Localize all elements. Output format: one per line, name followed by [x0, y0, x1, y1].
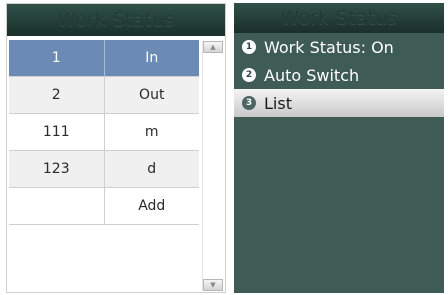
row-value-cell: m	[104, 114, 199, 150]
scroll-up-button[interactable]: ▲	[203, 41, 223, 53]
work-status-list-screen: Work Status 1 In 2 Out 111 m 123 d Add ▲…	[6, 3, 226, 293]
table-row[interactable]: 2 Out	[9, 77, 199, 114]
number-badge-icon: 1	[242, 40, 256, 54]
row-number-cell: 111	[9, 114, 105, 150]
scroll-down-button[interactable]: ▼	[203, 279, 223, 291]
menu-item-work-status[interactable]: 1 Work Status: On	[234, 33, 444, 61]
row-value-cell: d	[104, 151, 199, 187]
number-badge-icon: 2	[242, 68, 256, 82]
number-badge-icon: 3	[242, 96, 256, 110]
row-value-cell: Out	[104, 77, 199, 113]
add-row[interactable]: Add	[9, 188, 199, 225]
menu-item-label: Auto Switch	[264, 65, 360, 85]
menu-item-label: List	[264, 93, 292, 113]
status-table: 1 In 2 Out 111 m 123 d Add	[9, 40, 199, 225]
row-number-cell: 123	[9, 151, 105, 187]
menu-item-list[interactable]: 3 List	[234, 89, 444, 117]
screen-title: Work Status	[7, 4, 225, 36]
menu-item-auto-switch[interactable]: 2 Auto Switch	[234, 61, 444, 89]
table-row[interactable]: 111 m	[9, 114, 199, 151]
menu-item-label: Work Status: On	[264, 37, 394, 57]
row-number-cell: 2	[9, 77, 105, 113]
table-row[interactable]: 1 In	[9, 40, 199, 77]
table-row[interactable]: 123 d	[9, 151, 199, 188]
screen-title: Work Status	[234, 3, 444, 33]
add-button[interactable]: Add	[104, 188, 199, 224]
scrollbar[interactable]: ▲ ▼	[202, 41, 223, 291]
row-value-cell: In	[104, 40, 199, 76]
work-status-menu-screen: Work Status 1 Work Status: On 2 Auto Swi…	[234, 3, 444, 293]
row-number-cell	[9, 188, 105, 224]
row-number-cell: 1	[9, 40, 105, 76]
